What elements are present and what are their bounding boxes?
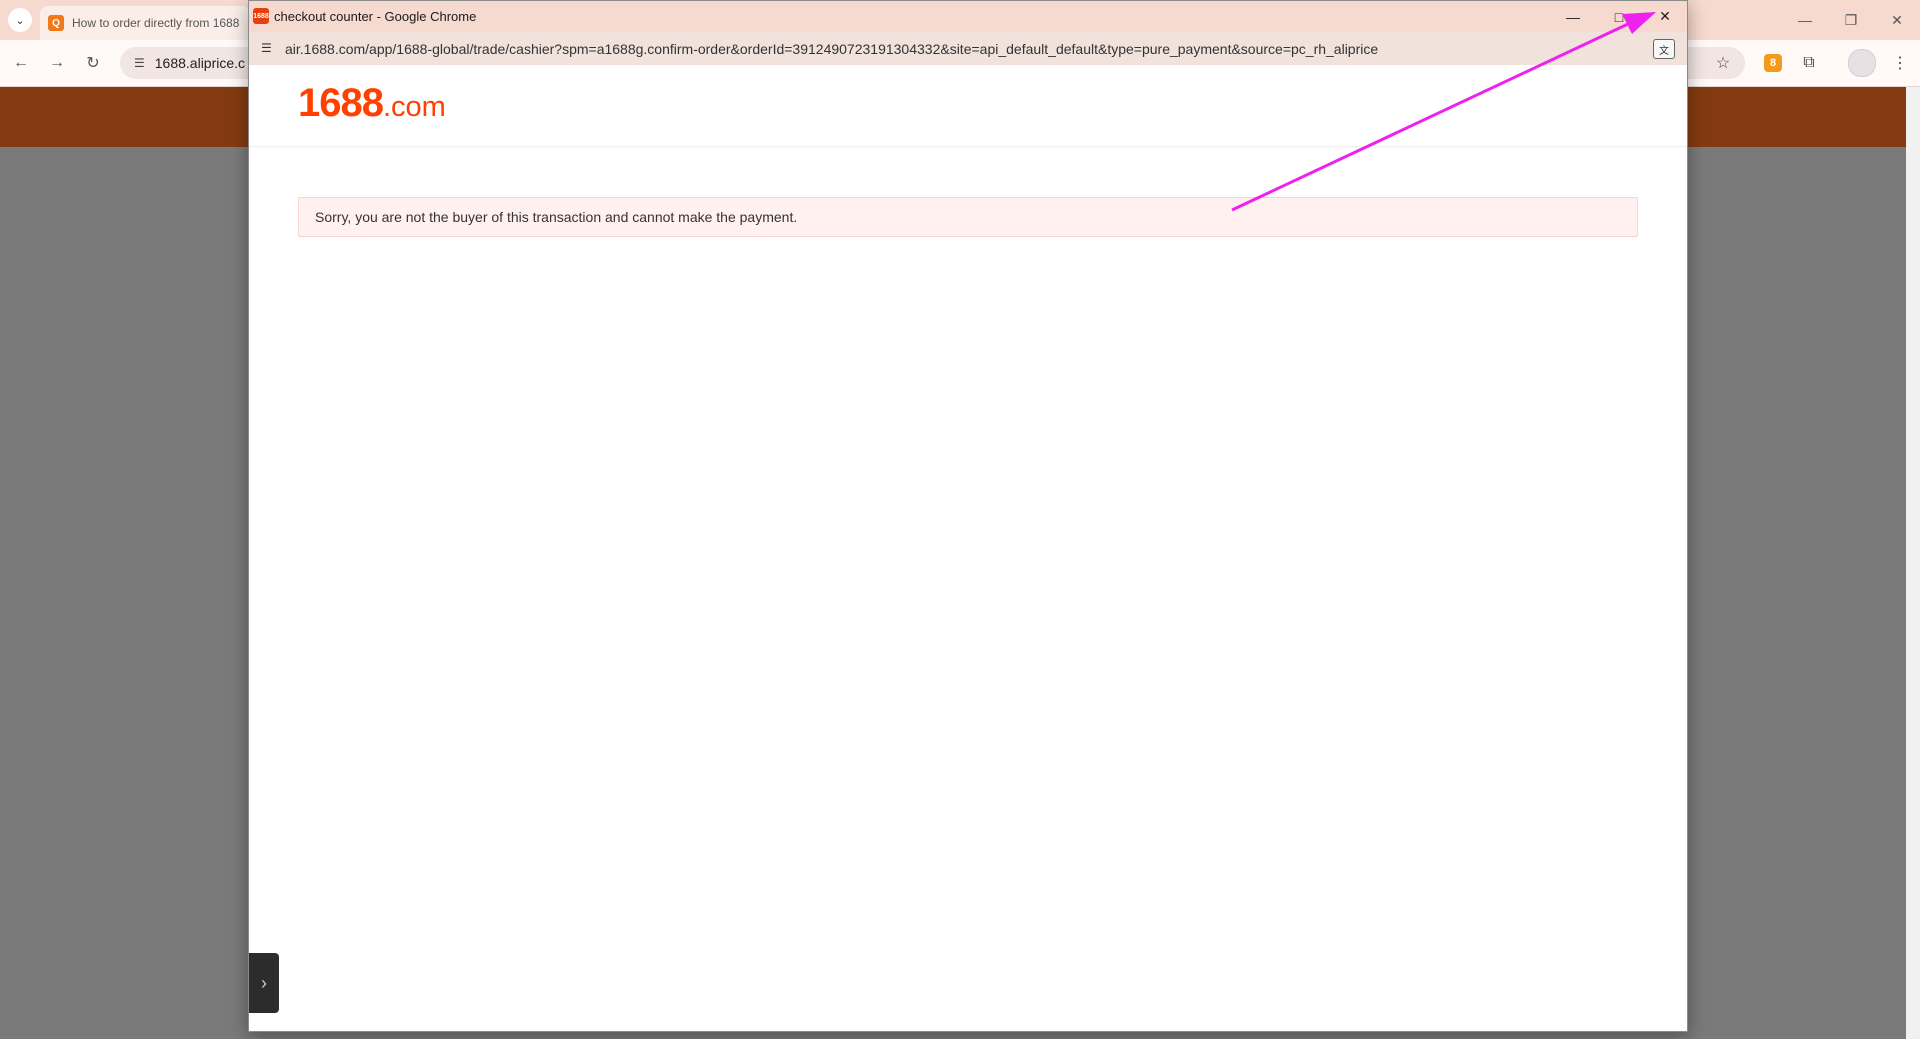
tab-how-to-order[interactable]: Q How to order directly from 1688 [40,6,250,40]
aliprice-favicon-icon: Q [48,15,64,31]
main-minimize-button[interactable]: — [1782,0,1828,40]
page-header: 1688.com [249,65,1687,147]
checkout-popup-window: 1688 checkout counter - Google Chrome — … [248,0,1688,1032]
profile-avatar[interactable] [1848,49,1876,77]
chevron-right-icon: › [261,972,267,993]
site-info-icon[interactable]: ☰ [134,56,145,70]
tab-search-chevron-icon[interactable]: ⌄ [8,8,32,32]
browser-menu-icon[interactable]: ⋮ [1890,50,1910,76]
popup-address-bar[interactable]: ☰ air.1688.com/app/1688-global/trade/cas… [249,32,1687,66]
side-expand-tab[interactable]: › [249,953,279,1013]
popup-window-title: checkout counter - Google Chrome [274,9,477,24]
bookmark-star-icon[interactable]: ☆ [1712,50,1734,76]
main-restore-button[interactable]: ❐ [1828,0,1874,40]
1688-logo[interactable]: 1688.com [298,81,446,126]
popup-titlebar: 1688 checkout counter - Google Chrome — … [249,1,1687,32]
forward-arrow-icon[interactable]: → [46,52,68,74]
main-scrollbar[interactable] [1906,87,1920,1039]
popup-minimize-button[interactable]: — [1550,1,1596,32]
alert-message: Sorry, you are not the buyer of this tra… [315,209,798,225]
translate-icon[interactable]: 文 [1653,39,1675,59]
popup-site-info-icon[interactable]: ☰ [261,41,272,55]
tab-title: How to order directly from 1688 [72,16,240,30]
aliprice-extension-icon[interactable]: 8 [1762,50,1784,76]
error-alert: Sorry, you are not the buyer of this tra… [298,197,1638,237]
1688-favicon-icon: 1688 [253,8,269,24]
reload-icon[interactable]: ↻ [82,52,104,74]
main-omnibox-url: 1688.aliprice.c [154,55,246,71]
main-window-controls: — ❐ ✕ [1782,0,1920,40]
extensions-puzzle-icon[interactable]: ⧉ [1798,50,1820,76]
back-arrow-icon[interactable]: ← [10,52,32,74]
popup-url: air.1688.com/app/1688-global/trade/cashi… [285,41,1379,57]
main-close-button[interactable]: ✕ [1874,0,1920,40]
popup-close-button[interactable]: ✕ [1642,1,1688,32]
popup-maximize-button[interactable]: □ [1596,1,1642,32]
